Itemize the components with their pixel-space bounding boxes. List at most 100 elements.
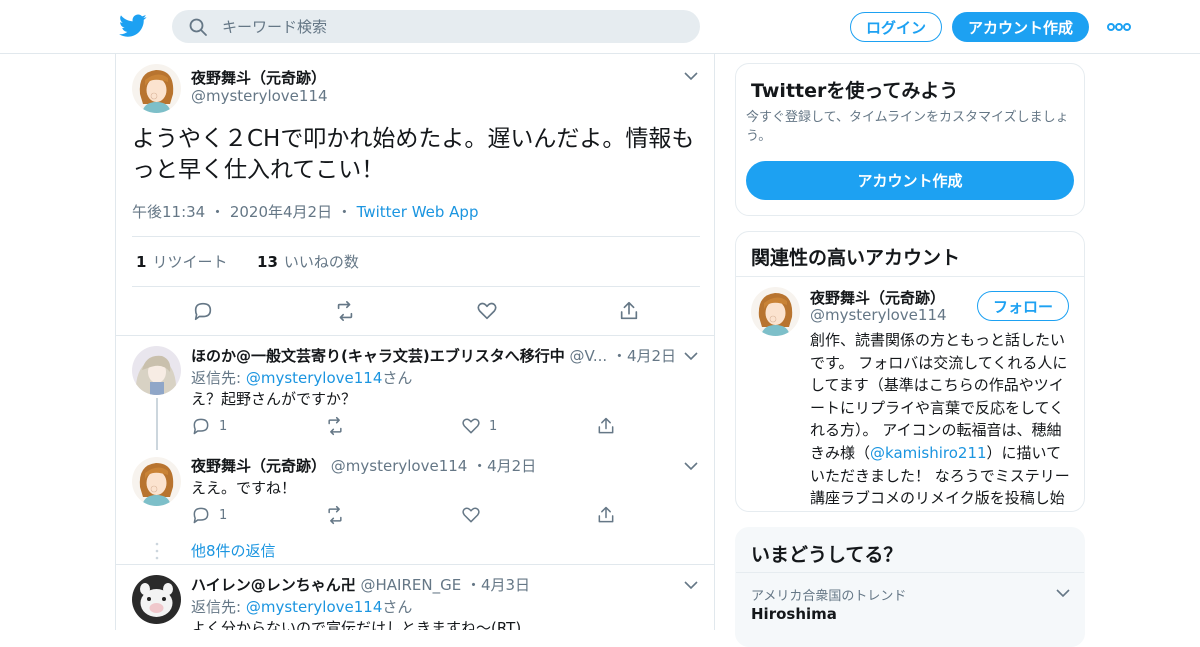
tweet-author-name[interactable]: 夜野舞斗（元奇跡） [191, 67, 326, 88]
reply-text: え？起野さんがですか？ [191, 390, 357, 408]
share-icon[interactable] [618, 300, 640, 322]
reply-date[interactable]: 4月2日 [487, 457, 536, 475]
tweet-author-handle[interactable]: @mysterylove114 [191, 87, 328, 105]
twitter-logo-icon[interactable] [119, 13, 147, 39]
like-count: 1 [489, 418, 498, 434]
avatar[interactable] [132, 457, 181, 506]
bio-mention-link[interactable]: @kamishiro211 [870, 444, 987, 462]
card-title: いまどうしてる？ [751, 544, 903, 566]
like-label: いいねの数 [283, 253, 359, 271]
divider [116, 335, 714, 336]
reply-header: ハイレン@レンちゃん卍 @HAIREN_GE ・4月3日 [191, 574, 530, 595]
thread-dots-icon [155, 542, 159, 560]
reply-author-name[interactable]: 夜野舞斗（元奇跡） [191, 457, 326, 475]
like-icon [462, 507, 480, 523]
chevron-down-icon[interactable] [684, 461, 698, 471]
tweet-date[interactable]: 2020年4月2日 [230, 203, 332, 221]
search-box[interactable] [172, 10, 700, 43]
tweet-time[interactable]: 午後11:34 [132, 203, 205, 221]
divider [132, 286, 700, 287]
reply-author-name[interactable]: ハイレン@レンちゃん卍 [191, 576, 356, 594]
retweet-stat[interactable]: 1 リツイート [136, 253, 227, 271]
reply-count: 1 [219, 418, 228, 434]
retweet-action[interactable] [325, 416, 353, 436]
like-action[interactable] [461, 505, 489, 525]
reply-text: ええ。ですね！ [191, 479, 297, 497]
retweet-label: リツイート [152, 253, 228, 271]
main-column: 夜野舞斗（元奇跡） @mysterylove114 ようやく２CHで叩かれ始めた… [115, 54, 715, 630]
like-stat[interactable]: 13 いいねの数 [257, 253, 359, 271]
avatar-illustration-icon [132, 64, 181, 113]
avatar[interactable] [132, 575, 181, 624]
divider [116, 564, 714, 565]
retweet-icon[interactable] [334, 300, 356, 322]
follow-button[interactable]: フォロー [977, 291, 1069, 321]
reply-icon[interactable] [192, 300, 214, 322]
chevron-down-icon[interactable] [684, 351, 698, 361]
reply-author-name[interactable]: ほのか@一般文芸寄り(キャラ文芸)エブリスタへ移行中 [191, 347, 565, 365]
thread-line [156, 398, 158, 450]
reply-action[interactable]: 1 [191, 505, 227, 525]
chevron-down-icon[interactable] [684, 580, 698, 590]
retweet-count: 1 [136, 253, 147, 271]
like-action[interactable]: 1 [461, 416, 497, 436]
reply-text: よく分からないので宣伝だけしときますね〜(RT) [191, 619, 522, 630]
account-bio: 創作、読書関係の方ともっと話したいです。 フォロバは交流してくれる人にしてます（… [810, 329, 1072, 511]
share-icon [598, 506, 614, 523]
retweet-icon [328, 505, 342, 525]
tweet-text: ようやく２CHで叩かれ始めたよ。遅いんだよ。情報もっと早く仕入れてこい！ [132, 126, 695, 183]
avatar[interactable] [751, 287, 800, 336]
reply-icon [193, 418, 209, 435]
divider [736, 572, 1084, 573]
reply-to-line: 返信先: @mysterylove114さん [191, 367, 412, 388]
meta-separator: ・ [611, 347, 627, 365]
account-handle[interactable]: @mysterylove114 [810, 306, 947, 324]
account-name[interactable]: 夜野舞斗（元奇跡） [810, 287, 945, 308]
retweet-icon [328, 416, 342, 436]
reply-count: 1 [219, 507, 228, 523]
tweet-source-link[interactable]: Twitter Web App [357, 203, 479, 221]
signup-button[interactable]: アカウント作成 [952, 12, 1089, 42]
divider [736, 276, 1084, 277]
more-menu-icon[interactable] [1106, 17, 1132, 37]
like-icon [462, 418, 480, 434]
share-action[interactable] [596, 416, 624, 436]
avatar-illustration-icon [751, 287, 800, 336]
show-more-replies-link[interactable]: 他8件の返信 [191, 540, 276, 561]
like-icon[interactable] [476, 300, 498, 322]
reply-author-handle[interactable]: @HAIREN_GE [360, 576, 461, 594]
meta-separator: ・ [465, 576, 481, 594]
avatar[interactable] [132, 64, 181, 113]
reply-author-handle[interactable]: @mysterylove114 [331, 457, 468, 475]
chevron-down-icon[interactable] [684, 71, 698, 81]
share-action[interactable] [596, 505, 624, 525]
reply-to-prefix: 返信先: [191, 598, 246, 616]
reply-action[interactable]: 1 [191, 416, 227, 436]
signup-card-button[interactable]: アカウント作成 [746, 161, 1074, 200]
trend-item[interactable]: Hiroshima [751, 605, 837, 623]
avatar[interactable] [132, 346, 181, 395]
chevron-down-icon[interactable] [1056, 588, 1070, 598]
card-subtitle: 今すぐ登録して、タイムラインをカスタマイズしましょう。 [746, 110, 1069, 144]
meta-separator: ・ [472, 457, 488, 475]
search-icon [189, 18, 207, 36]
reply-to-suffix: さん [382, 598, 413, 616]
reply-date[interactable]: 4月2日 [627, 347, 676, 365]
reply-to-link[interactable]: @mysterylove114 [246, 369, 383, 387]
reply-to-prefix: 返信先: [191, 369, 246, 387]
retweet-action[interactable] [325, 505, 353, 525]
reply-date[interactable]: 4月3日 [481, 576, 530, 594]
login-button[interactable]: ログイン [850, 12, 942, 42]
reply-author-handle[interactable]: @V... [570, 347, 608, 365]
reply-to-link[interactable]: @mysterylove114 [246, 598, 383, 616]
bio-text: 創作、読書関係の方ともっと話したいです。 フォロバは交流してくれる人にしてます（… [810, 331, 1068, 462]
tweet-meta: 午後11:34 ・ 2020年4月2日 ・ Twitter Web App [132, 201, 478, 222]
reply-to-suffix: さん [382, 369, 413, 387]
signup-card: Twitterを使ってみよう 今すぐ登録して、タイムラインをカスタマイズしましょ… [735, 63, 1085, 216]
divider [132, 236, 700, 237]
top-header: ログイン アカウント作成 [0, 0, 1200, 54]
search-input[interactable] [222, 10, 682, 43]
trends-card: いまどうしてる？ アメリカ合衆国のトレンド Hiroshima [735, 527, 1085, 647]
reply-icon [193, 507, 209, 524]
tweet-stats: 1 リツイート 13 いいねの数 [136, 251, 359, 272]
